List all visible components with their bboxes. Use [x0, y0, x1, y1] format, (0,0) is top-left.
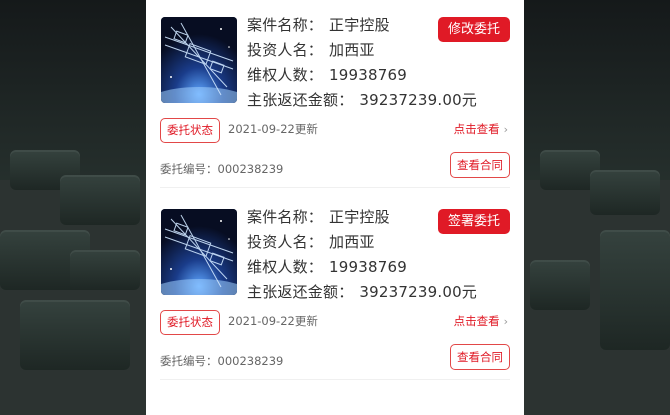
claimant-count-row: 维权人数： 19938769 — [247, 64, 407, 85]
case-list-panel: 案件名称： 正宇控股 投资人名： 加西亚 维权人数： 19938769 主张返还金额：… — [146, 0, 524, 415]
entrust-number: 委托编号：000238239 — [160, 162, 284, 176]
investor-row: 投资人名： 加西亚 — [247, 39, 375, 60]
view-contract-button[interactable]: 查看合同 — [450, 344, 510, 370]
claimant-count-label: 维权人数： — [247, 66, 324, 84]
chevron-right-icon: › — [503, 315, 508, 328]
update-date: 2021-09-22更新 — [228, 122, 318, 136]
view-details-link[interactable]: 点击查看 › — [454, 118, 508, 141]
claim-amount-label: 主张返还金额： — [247, 91, 354, 109]
entrust-number: 委托编号：000238239 — [160, 354, 284, 368]
claim-amount-label: 主张返还金额： — [247, 283, 354, 301]
investor-value: 加西亚 — [329, 233, 375, 251]
claim-amount-row: 主张返还金额： 39237239.00元 — [247, 281, 477, 302]
investor-label: 投资人名： — [247, 41, 324, 59]
claimant-count-value: 19938769 — [329, 66, 407, 84]
case-thumbnail — [161, 17, 237, 103]
claim-amount-row: 主张返还金额： 39237239.00元 — [247, 89, 477, 110]
case-card[interactable]: 案件名称： 正宇控股 投资人名： 加西亚 维权人数： 19938769 主张返还金额：… — [146, 192, 524, 380]
case-name-label: 案件名称： — [247, 208, 324, 226]
entrust-status-tag[interactable]: 委托状态 — [160, 118, 220, 143]
claimant-count-row: 维权人数： 19938769 — [247, 256, 407, 277]
card-divider — [160, 379, 510, 380]
claim-amount-value: 39237239.00元 — [359, 91, 478, 109]
investor-value: 加西亚 — [329, 41, 375, 59]
case-name-label: 案件名称： — [247, 16, 324, 34]
case-thumbnail — [161, 209, 237, 295]
update-date: 2021-09-22更新 — [228, 314, 318, 328]
case-name-value: 正宇控股 — [329, 16, 390, 34]
chevron-right-icon: › — [503, 123, 508, 136]
claimant-count-value: 19938769 — [329, 258, 407, 276]
investor-row: 投资人名： 加西亚 — [247, 231, 375, 252]
view-details-label: 点击查看 — [453, 122, 500, 136]
claim-amount-value: 39237239.00元 — [359, 283, 478, 301]
view-details-label: 点击查看 — [453, 314, 500, 328]
case-name-row: 案件名称： 正宇控股 — [247, 206, 390, 227]
view-contract-button[interactable]: 查看合同 — [450, 152, 510, 178]
view-details-link[interactable]: 点击查看 › — [454, 310, 508, 333]
claimant-count-label: 维权人数： — [247, 258, 324, 276]
investor-label: 投资人名： — [247, 233, 324, 251]
case-name-row: 案件名称： 正宇控股 — [247, 14, 390, 35]
case-name-value: 正宇控股 — [329, 208, 390, 226]
card-divider — [160, 187, 510, 188]
modify-entrust-button[interactable]: 修改委托 — [437, 17, 510, 42]
entrust-status-tag[interactable]: 委托状态 — [160, 310, 220, 335]
sign-entrust-button[interactable]: 签署委托 — [437, 209, 510, 234]
case-card[interactable]: 案件名称： 正宇控股 投资人名： 加西亚 维权人数： 19938769 主张返还金额：… — [146, 0, 524, 188]
